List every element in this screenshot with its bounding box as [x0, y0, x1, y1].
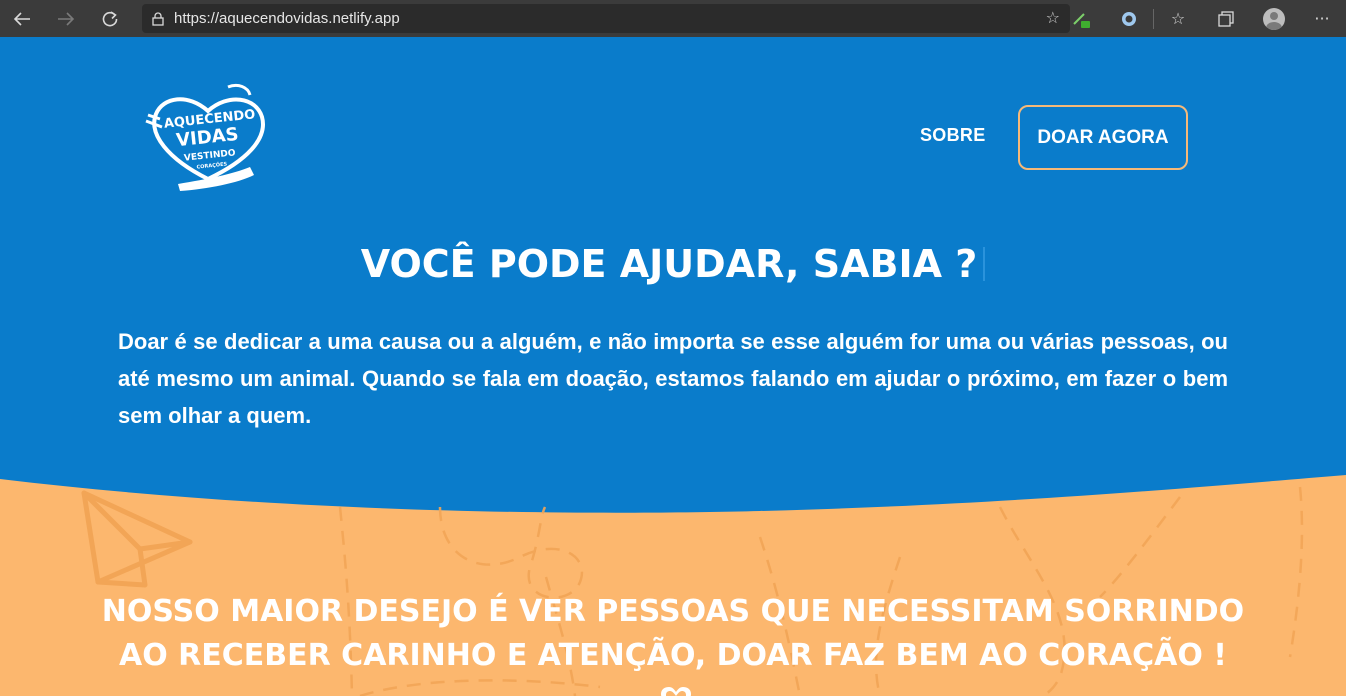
banner-line-2: AO RECEBER CARINHO E ATENÇÃO, DOAR FAZ B… — [119, 638, 1227, 673]
banner-line-1: NOSSO MAIOR DESEJO É VER PESSOAS QUE NEC… — [101, 594, 1245, 629]
web-page: AQUECENDO VIDAS VESTINDO CORAÇÕES SOBRE … — [0, 37, 1346, 696]
extension-icon[interactable] — [1057, 0, 1105, 37]
url-text: https://aquecendovidas.netlify.app — [174, 10, 400, 27]
extension-circle-icon[interactable] — [1105, 0, 1153, 37]
doar-agora-label: DOAR AGORA — [1037, 126, 1169, 148]
profile-avatar[interactable] — [1250, 0, 1298, 37]
back-icon[interactable] — [0, 0, 44, 37]
banner-text: NOSSO MAIOR DESEJO É VER PESSOAS QUE NEC… — [100, 590, 1246, 696]
typing-cursor — [983, 247, 986, 281]
lock-icon — [142, 11, 174, 26]
hero-paragraph: Doar é se dedicar a uma causa ou a algué… — [118, 329, 1228, 428]
address-bar[interactable]: https://aquecendovidas.netlify.app ☆ — [142, 4, 1070, 33]
forward-icon[interactable] — [44, 0, 88, 37]
banner-line-2-wrap: AO RECEBER CARINHO E ATENÇÃO, DOAR FAZ B… — [100, 634, 1246, 696]
hero-headline: VOCÊ PODE AJUDAR, SABIA ? — [0, 242, 1346, 286]
browser-toolbar: https://aquecendovidas.netlify.app ☆ ☆ ·… — [0, 0, 1346, 37]
doar-agora-button[interactable]: DOAR AGORA — [1018, 105, 1188, 170]
refresh-icon[interactable] — [88, 0, 132, 37]
favorites-list-icon[interactable]: ☆ — [1154, 0, 1202, 37]
more-icon[interactable]: ··· — [1298, 0, 1346, 37]
aquecendo-vidas-logo[interactable]: AQUECENDO VIDAS VESTINDO CORAÇÕES — [138, 79, 278, 191]
heart-icon — [661, 687, 691, 696]
nav-sobre-link[interactable]: SOBRE — [920, 125, 986, 146]
collections-icon[interactable] — [1202, 0, 1250, 37]
hero-headline-text: VOCÊ PODE AJUDAR, SABIA ? — [360, 242, 978, 286]
